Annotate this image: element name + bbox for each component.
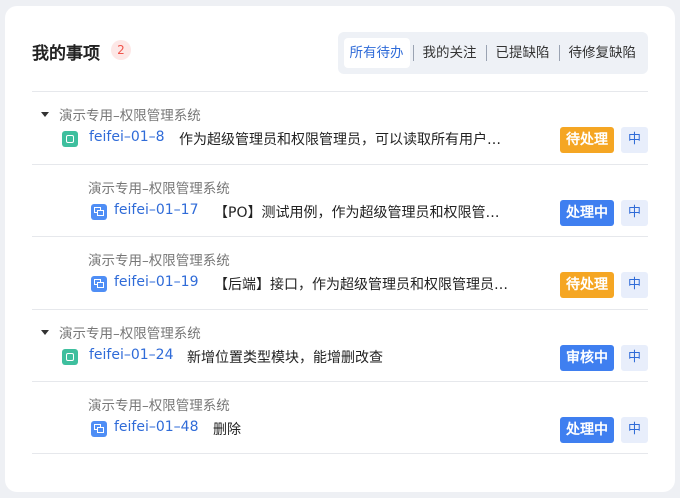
item-title[interactable]: 新增位置类型模块，能增删改查 <box>187 347 487 367</box>
tab-bugs-to-fix[interactable]: 待修复缺陷 <box>563 38 643 68</box>
project-name: 演示专用–权限管理系统 <box>88 398 230 414</box>
status-badge: 处理中 <box>560 417 614 443</box>
count-badge: 2 <box>111 40 131 60</box>
priority-badge: 中 <box>621 272 648 298</box>
item-code-link[interactable]: feifei–01–24 <box>89 347 174 363</box>
status-badge: 待处理 <box>560 272 614 298</box>
list-item[interactable]: 演示专用–权限管理系统 feifei–01–19 【后端】接口，作为超级管理员和… <box>32 236 648 309</box>
item-code-link[interactable]: feifei–01–48 <box>114 419 199 435</box>
task-icon <box>91 203 107 220</box>
collapse-caret-icon[interactable] <box>41 112 49 117</box>
task-icon <box>91 276 107 292</box>
filter-tabs: 所有待办 我的关注 已提缺陷 待修复缺陷 <box>337 32 648 74</box>
item-title[interactable]: 【PO】测试用例，作为超级管理员和权限管理… <box>214 202 510 222</box>
story-icon <box>62 131 78 147</box>
priority-badge: 中 <box>621 417 648 443</box>
story-icon <box>62 348 78 365</box>
project-name: 演示专用–权限管理系统 <box>59 108 201 124</box>
priority-badge: 中 <box>621 127 648 153</box>
list-item[interactable]: 演示专用–权限管理系统 feifei–01–24 新增位置类型模块，能增删改查 … <box>32 308 648 382</box>
todo-card: 我的事项 2 所有待办 我的关注 已提缺陷 待修复缺陷 演示专用–权限管理系统 … <box>5 6 675 492</box>
list-item[interactable]: 演示专用–权限管理系统 feifei–01–8 作为超级管理员和权限管理员，可以… <box>32 91 648 164</box>
priority-badge: 中 <box>621 344 648 371</box>
tab-reported-bugs[interactable]: 已提缺陷 <box>490 38 556 68</box>
tab-divider <box>558 45 560 61</box>
item-title[interactable]: 作为超级管理员和权限管理员，可以读取所有用户… <box>179 129 509 149</box>
tab-all-todos[interactable]: 所有待办 <box>343 38 410 68</box>
project-name: 演示专用–权限管理系统 <box>59 325 201 342</box>
project-name: 演示专用–权限管理系统 <box>88 253 230 269</box>
todo-list: 演示专用–权限管理系统 feifei–01–8 作为超级管理员和权限管理员，可以… <box>32 91 648 454</box>
task-icon <box>91 421 107 437</box>
status-badge: 待处理 <box>560 127 614 153</box>
status-badge: 审核中 <box>560 344 614 371</box>
list-item[interactable]: 演示专用–权限管理系统 feifei–01–48 删除 处理中 中 <box>32 381 648 454</box>
card-header: 我的事项 2 所有待办 我的关注 已提缺陷 待修复缺陷 <box>32 32 648 74</box>
priority-badge: 中 <box>621 199 648 226</box>
list-item[interactable]: 演示专用–权限管理系统 feifei–01–17 【PO】测试用例，作为超级管理… <box>32 163 648 237</box>
project-name: 演示专用–权限管理系统 <box>88 180 230 197</box>
item-title[interactable]: 删除 <box>213 419 413 439</box>
item-title[interactable]: 【后端】接口，作为超级管理员和权限管理员，… <box>214 274 520 294</box>
item-code-link[interactable]: feifei–01–17 <box>114 202 199 218</box>
collapse-caret-icon[interactable] <box>41 329 49 335</box>
status-badge: 处理中 <box>560 199 614 226</box>
tab-divider <box>412 45 414 61</box>
item-code-link[interactable]: feifei–01–19 <box>114 274 199 290</box>
tab-following[interactable]: 我的关注 <box>417 38 483 68</box>
tab-divider <box>485 45 487 61</box>
card-title: 我的事项 <box>32 44 100 64</box>
item-code-link[interactable]: feifei–01–8 <box>89 129 165 145</box>
